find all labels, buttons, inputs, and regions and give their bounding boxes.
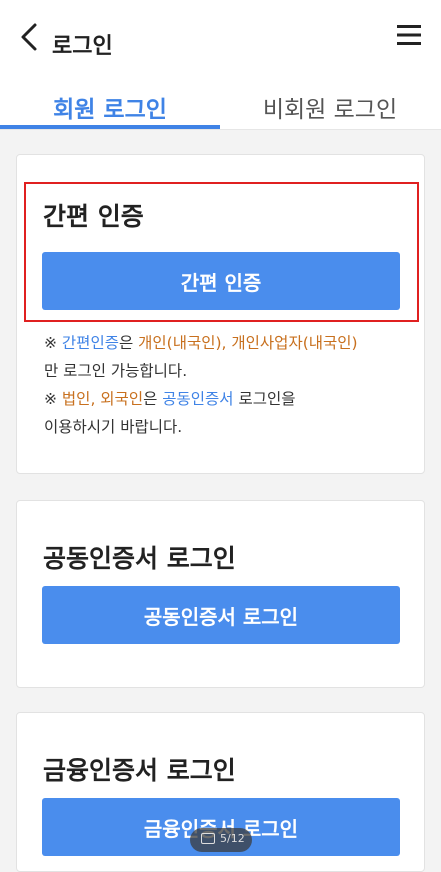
highlight-box — [24, 182, 419, 322]
notice-text: 은 — [143, 390, 163, 408]
notice-text: 로그인을 — [233, 390, 296, 408]
notice-simple-auth: 간편인증 — [61, 334, 119, 352]
notice-mark: ※ — [44, 390, 62, 408]
page-title: 로그인 — [52, 34, 113, 59]
image-icon — [201, 833, 215, 844]
login-tabs: 회원 로그인 비회원 로그인 — [0, 84, 441, 130]
joint-cert-title: 공동인증서 로그인 — [43, 544, 236, 573]
notice-individuals: 개인(내국인), 개인사업자(내국인) — [138, 334, 358, 352]
joint-cert-card: 공동인증서 로그인 공동인증서 로그인 — [16, 500, 425, 688]
notice-mark: ※ — [44, 334, 62, 352]
app-header: 로그인 — [0, 0, 441, 84]
notice-text: 이용하시기 바랍니다. — [44, 418, 183, 436]
notice-joint-cert: 공동인증서 — [162, 390, 234, 408]
notice-text: 은 — [118, 334, 139, 352]
notice-corporate: 법인, 외국인 — [61, 390, 144, 408]
tab-guest-login[interactable]: 비회원 로그인 — [220, 90, 440, 124]
page-counter: 5/12 — [220, 832, 245, 845]
tab-member-login[interactable]: 회원 로그인 — [0, 90, 220, 124]
joint-cert-login-button[interactable]: 공동인증서 로그인 — [42, 586, 400, 644]
notice-text: 만 로그인 가능합니다. — [44, 362, 188, 380]
back-arrow-icon[interactable] — [18, 22, 42, 52]
hamburger-menu-icon[interactable] — [397, 24, 421, 46]
page-indicator: 5/12 — [190, 828, 252, 852]
tabs-divider — [0, 129, 441, 130]
financial-cert-title: 금융인증서 로그인 — [43, 756, 236, 785]
simple-auth-notice: ※ 간편인증은 개인(내국인), 개인사업자(내국인) 만 로그인 가능합니다.… — [44, 329, 424, 441]
